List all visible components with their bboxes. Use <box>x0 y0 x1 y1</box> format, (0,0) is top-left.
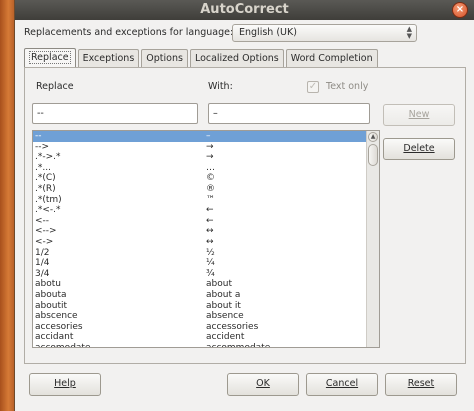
replace-cell: <-- <box>35 215 50 226</box>
with-cell: accident <box>206 332 245 343</box>
with-cell: ← <box>206 205 214 216</box>
with-cell: ® <box>206 183 215 194</box>
with-cell: accessories <box>206 321 259 332</box>
with-cell: about it <box>206 300 241 311</box>
replace-cell: accomodate <box>35 342 91 348</box>
vertical-scrollbar[interactable]: ▲ <box>366 131 379 347</box>
table-row[interactable]: .*(tm) ™ <box>33 195 379 206</box>
replace-panel: Replace With: ✓ Text only -- – New Delet… <box>24 67 466 364</box>
replace-cell: abotu <box>35 279 61 290</box>
tab-localized-options[interactable]: Localized Options <box>189 49 284 67</box>
table-row[interactable]: <--> ↔ <box>33 226 379 237</box>
with-label: With: <box>208 81 233 92</box>
with-cell: ½ <box>206 247 215 258</box>
replace-cell: accidant <box>35 332 74 343</box>
replace-cell: 1/2 <box>35 247 50 258</box>
replace-cell: .*(C) <box>35 173 56 184</box>
replacement-rows: -- – --> → .*->.* → .*... … .*(C) © .*(R) ® .*(tm) ™.… <box>33 131 379 348</box>
table-row[interactable]: .*(C) © <box>33 173 379 184</box>
table-row[interactable]: <-- ← <box>33 216 379 227</box>
replace-cell: abouta <box>35 289 67 300</box>
with-cell: ¾ <box>206 268 215 279</box>
with-cell: about a <box>206 289 241 300</box>
with-input[interactable]: – <box>208 103 370 124</box>
replace-cell: .*... <box>35 162 51 173</box>
replace-cell: 1/4 <box>35 258 50 269</box>
check-icon: ✓ <box>308 81 318 92</box>
table-row[interactable]: accidant accident <box>33 332 379 343</box>
with-cell: ¼ <box>206 258 215 269</box>
desktop-background <box>0 0 14 411</box>
table-row[interactable]: accesories accessories <box>33 322 379 333</box>
table-row[interactable]: 3/4 ¾ <box>33 269 379 280</box>
text-only-label: Text only <box>326 81 369 92</box>
table-row[interactable]: <-> ↔ <box>33 237 379 248</box>
new-button[interactable]: New <box>383 104 455 126</box>
replace-cell: -- <box>35 131 42 141</box>
language-select[interactable]: English (UK) ▲ ▼ <box>232 24 417 42</box>
language-row: Replacements and exceptions for language… <box>24 24 464 42</box>
with-cell: → <box>206 141 214 152</box>
table-row[interactable]: abotu about <box>33 279 379 290</box>
table-row[interactable]: abscence absence <box>33 311 379 322</box>
with-cell: ↔ <box>206 226 214 237</box>
autocorrect-dialog: × AutoCorrect Replacements and exception… <box>14 0 474 411</box>
table-row[interactable]: 1/2 ½ <box>33 248 379 259</box>
table-row[interactable]: .*<-.* ← <box>33 205 379 216</box>
delete-button[interactable]: Delete <box>383 138 455 160</box>
replace-cell: aboutit <box>35 300 67 311</box>
tab-options[interactable]: Options <box>141 49 188 67</box>
replace-cell: <--> <box>35 226 57 237</box>
with-cell: ™ <box>206 194 215 205</box>
language-value: English (UK) <box>239 27 297 38</box>
text-only-checkbox[interactable]: ✓ <box>307 81 319 93</box>
with-cell: about <box>206 279 232 290</box>
with-cell: … <box>206 162 215 173</box>
ok-button[interactable]: OK <box>227 373 299 396</box>
table-row[interactable]: .*->.* → <box>33 152 379 163</box>
replace-cell: .*(tm) <box>35 194 62 205</box>
table-row[interactable]: 1/4 ¼ <box>33 258 379 269</box>
replace-cell: abscence <box>35 311 78 322</box>
with-cell: ↔ <box>206 236 214 247</box>
replace-label: Replace <box>36 81 74 92</box>
with-cell: ← <box>206 215 214 226</box>
updown-arrows-icon: ▲ ▼ <box>406 25 412 40</box>
table-row[interactable]: abouta about a <box>33 290 379 301</box>
table-row[interactable]: aboutit about it <box>33 301 379 312</box>
table-row[interactable]: --> → <box>33 142 379 153</box>
tab-bar: Replace Exceptions Options Localized Opt… <box>24 48 380 67</box>
scroll-thumb[interactable] <box>368 144 378 166</box>
language-label: Replacements and exceptions for language… <box>24 27 234 38</box>
tab-replace[interactable]: Replace <box>24 48 76 67</box>
replace-cell: .*->.* <box>35 152 61 163</box>
replace-cell: .*<-.* <box>35 205 61 216</box>
replace-cell: <-> <box>35 236 54 247</box>
table-row[interactable]: .*... … <box>33 163 379 174</box>
tab-word-completion[interactable]: Word Completion <box>285 49 378 67</box>
replace-cell: --> <box>35 141 50 152</box>
with-cell: – <box>206 131 211 141</box>
with-cell: accommodate <box>206 342 271 348</box>
replace-cell: accesories <box>35 321 83 332</box>
replace-cell: .*(R) <box>35 183 56 194</box>
with-cell: © <box>206 173 215 184</box>
table-row[interactable]: -- – <box>33 131 379 142</box>
table-row[interactable]: accomodate accommodate <box>33 342 379 348</box>
scroll-up-arrow-icon[interactable]: ▲ <box>368 132 378 142</box>
replacement-table[interactable]: -- – --> → .*->.* → .*... … .*(C) © .*(R) ® .*(tm) ™.… <box>32 130 380 348</box>
replace-cell: 3/4 <box>35 268 50 279</box>
title-bar[interactable]: × AutoCorrect <box>15 0 474 20</box>
reset-button[interactable]: Reset <box>385 373 457 396</box>
table-row[interactable]: .*(R) ® <box>33 184 379 195</box>
help-button[interactable]: Help <box>29 373 101 396</box>
with-cell: → <box>206 152 214 163</box>
cancel-button[interactable]: Cancel <box>306 373 378 396</box>
tab-exceptions[interactable]: Exceptions <box>77 49 140 67</box>
replace-input[interactable]: -- <box>32 103 198 124</box>
with-cell: absence <box>206 311 244 322</box>
window-title: AutoCorrect <box>200 2 289 17</box>
